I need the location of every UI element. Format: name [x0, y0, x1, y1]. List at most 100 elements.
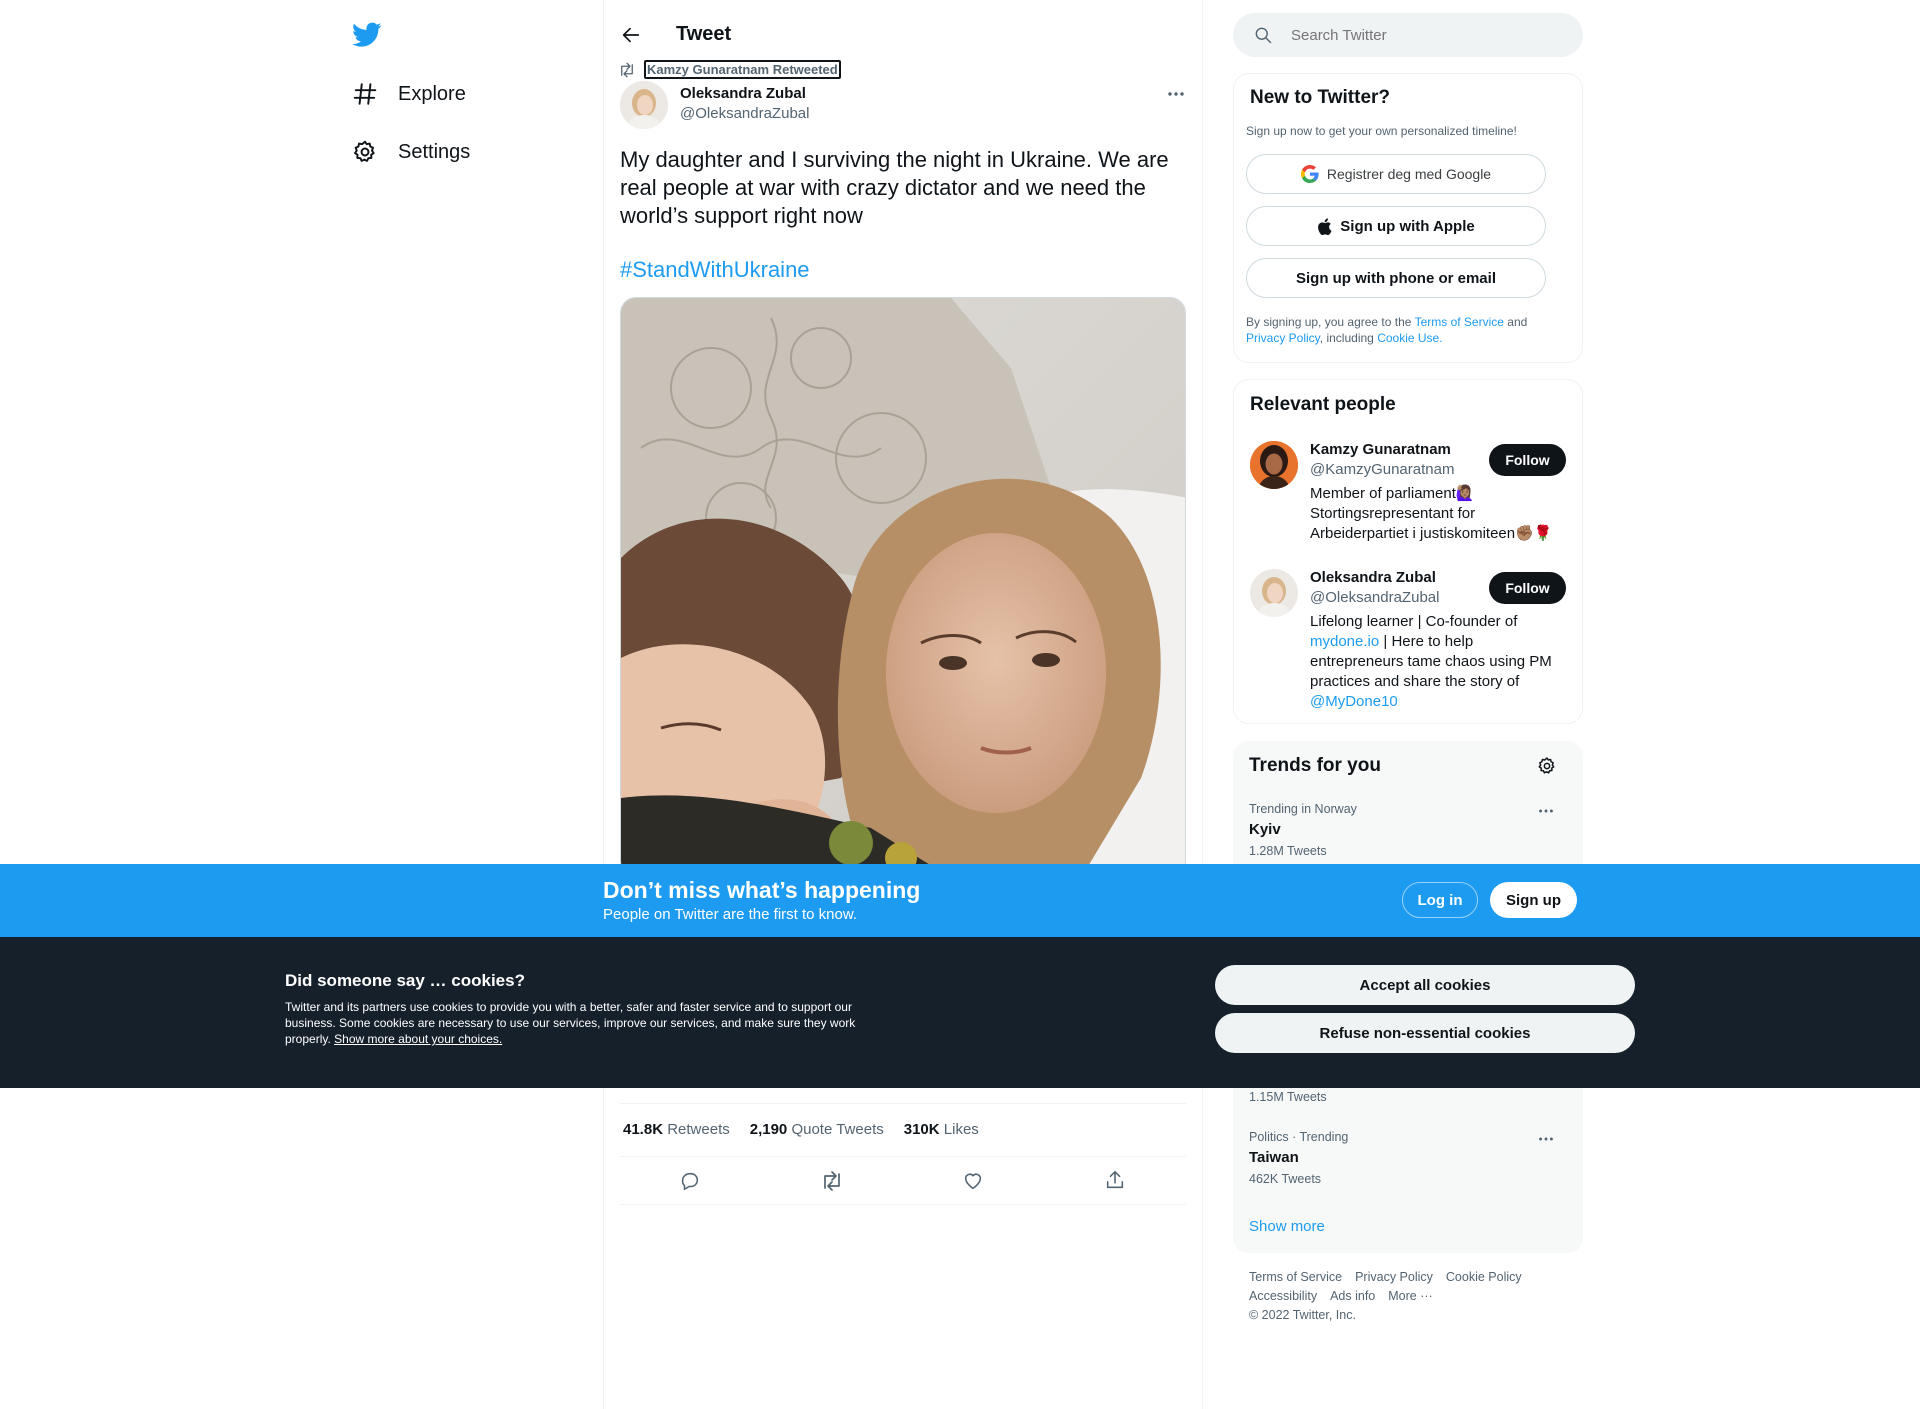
footer-link[interactable]: Cookie Policy: [1446, 1270, 1522, 1284]
google-signup-button[interactable]: Registrer deg med Google: [1246, 154, 1546, 194]
signup-card: New to Twitter? Sign up now to get your …: [1233, 73, 1583, 363]
relevant-people-card: Relevant people Kamzy Gunaratnam @KamzyG…: [1233, 379, 1583, 724]
footer-link[interactable]: Ads info: [1330, 1289, 1375, 1303]
retweeted-by[interactable]: Kamzy Gunaratnam Retweeted: [618, 60, 841, 79]
more-options-button[interactable]: [1166, 86, 1186, 102]
quote-tweets-label: Quote Tweets: [791, 1121, 884, 1138]
person-avatar[interactable]: [1250, 441, 1298, 489]
trend-item[interactable]: Trending in Norway Kyiv 1.28M Tweets: [1249, 802, 1569, 858]
banner-title: Don’t miss what’s happening: [603, 877, 921, 903]
phone-email-signup-button[interactable]: Sign up with phone or email: [1246, 258, 1546, 298]
trend-name: Taiwan: [1249, 1149, 1299, 1166]
follow-button[interactable]: Follow: [1489, 444, 1566, 476]
signup-button[interactable]: Sign up: [1490, 882, 1577, 918]
divider-stats-bottom: [620, 1156, 1186, 1157]
trend-context: Trending in Norway: [1249, 802, 1357, 816]
tweet-text: My daughter and I surviving the night in…: [620, 147, 1169, 228]
stats-row: 41.8K Retweets 2,190 Quote Tweets 310K L…: [623, 1121, 979, 1138]
footer-more-button[interactable]: More ···: [1388, 1289, 1432, 1303]
trend-count: 462K Tweets: [1249, 1172, 1322, 1186]
accept-cookies-button[interactable]: Accept all cookies: [1215, 965, 1635, 1005]
person-handle[interactable]: @OleksandraZubal: [1310, 589, 1439, 606]
bio-line: Lifelong learner | Co-founder of: [1310, 613, 1518, 630]
google-icon: [1300, 165, 1319, 183]
bio-line: | Here to help: [1379, 633, 1474, 650]
trends-settings-button[interactable]: [1537, 756, 1557, 776]
more-dots-icon: [1539, 1137, 1553, 1141]
trend-item[interactable]: Politics · Trending Taiwan 462K Tweets: [1249, 1130, 1569, 1186]
show-more-link[interactable]: Show more: [1249, 1218, 1325, 1235]
legal-and: and: [1507, 315, 1528, 329]
retweet-button[interactable]: [820, 1170, 844, 1192]
trend-item[interactable]: 1.15M Tweets: [1249, 1090, 1569, 1104]
more-dots-icon: [1168, 92, 1184, 96]
person-avatar[interactable]: [1250, 569, 1298, 617]
follow-button[interactable]: Follow: [1489, 572, 1566, 604]
divider-actions-bottom: [620, 1204, 1186, 1205]
login-button[interactable]: Log in: [1402, 882, 1478, 918]
search-box[interactable]: [1233, 13, 1583, 57]
author-name[interactable]: Oleksandra Zubal: [680, 85, 806, 102]
cookie-use-link[interactable]: Cookie Use.: [1377, 331, 1442, 345]
cookie-body-line: business. Some cookies are necessary to …: [285, 1016, 856, 1030]
bio-line: Stortingsrepresentant for: [1310, 505, 1476, 522]
person-handle[interactable]: @KamzyGunaratnam: [1310, 461, 1454, 478]
stat-quote-tweets[interactable]: 2,190 Quote Tweets: [750, 1121, 884, 1138]
reply-button[interactable]: [679, 1170, 701, 1192]
trend-more-button[interactable]: [1537, 805, 1555, 817]
trends-title: Trends for you: [1249, 755, 1381, 776]
apple-signup-button[interactable]: Sign up with Apple: [1246, 206, 1546, 246]
person-name[interactable]: Oleksandra Zubal: [1310, 569, 1436, 586]
search-icon: [1255, 27, 1272, 44]
nav-explore[interactable]: Explore: [352, 81, 466, 107]
bio-line: Member of parliament🙋🏽‍♀️: [1310, 485, 1475, 502]
like-button[interactable]: [962, 1170, 984, 1192]
stat-likes[interactable]: 310K Likes: [904, 1121, 979, 1138]
hashtag-icon: [353, 83, 377, 105]
banner-subtitle: People on Twitter are the first to know.: [603, 906, 858, 923]
twitter-bird-icon: [352, 22, 382, 47]
legal-text: By signing up, you agree to the: [1246, 315, 1412, 329]
tweet-photo[interactable]: [620, 297, 1186, 877]
trend-name: Kyiv: [1249, 821, 1281, 838]
search-input[interactable]: [1291, 26, 1551, 44]
author-avatar[interactable]: [620, 81, 668, 129]
trend-more-button[interactable]: [1537, 1133, 1555, 1145]
person-name[interactable]: Kamzy Gunaratnam: [1310, 441, 1451, 458]
apple-signup-label: Sign up with Apple: [1340, 217, 1475, 235]
bio-mention[interactable]: @MyDone10: [1310, 692, 1580, 712]
quote-tweets-count: 2,190: [749, 1121, 788, 1138]
retweet-icon: [621, 62, 633, 77]
footer-link[interactable]: Accessibility: [1249, 1289, 1317, 1303]
cookie-body-line: properly.: [285, 1032, 331, 1046]
likes-label: Likes: [943, 1121, 979, 1138]
terms-link[interactable]: Terms of Service: [1415, 315, 1504, 329]
tweet-hashtag[interactable]: #StandWithUkraine: [620, 257, 810, 283]
bio-link[interactable]: mydone.io: [1310, 633, 1379, 650]
trend-count: 1.28M Tweets: [1249, 844, 1327, 858]
bio-line: entrepreneurs tame chaos using PM: [1310, 653, 1552, 670]
twitter-logo[interactable]: [352, 22, 382, 48]
footer: Terms of Service Privacy Policy Cookie P…: [1249, 1270, 1569, 1322]
cookie-choices-link[interactable]: Show more about your choices.: [334, 1032, 502, 1046]
author-handle[interactable]: @OleksandraZubal: [680, 105, 809, 122]
footer-row: Terms of Service Privacy Policy Cookie P…: [1249, 1270, 1569, 1284]
back-button[interactable]: [620, 24, 642, 46]
more-dots-icon: [1539, 809, 1553, 813]
gear-icon: [354, 140, 375, 162]
cookie-title: Did someone say … cookies?: [285, 971, 525, 990]
person-bio: Lifelong learner | Co-founder of mydone.…: [1310, 612, 1580, 712]
signup-legal: By signing up, you agree to the Terms of…: [1246, 314, 1576, 346]
nav-settings[interactable]: Settings: [352, 139, 470, 165]
refuse-cookies-button[interactable]: Refuse non-essential cookies: [1215, 1013, 1635, 1053]
reply-icon: [681, 1172, 699, 1191]
share-button[interactable]: [1104, 1169, 1126, 1191]
stat-retweets[interactable]: 41.8K Retweets: [623, 1121, 730, 1138]
footer-link[interactable]: Terms of Service: [1249, 1270, 1342, 1284]
cookie-body: Twitter and its partners use cookies to …: [285, 999, 925, 1047]
retweets-label: Retweets: [667, 1121, 730, 1138]
relevant-people-title: Relevant people: [1250, 394, 1396, 415]
retweeted-by-label: Kamzy Gunaratnam Retweeted: [644, 60, 841, 79]
footer-link[interactable]: Privacy Policy: [1355, 1270, 1433, 1284]
privacy-link[interactable]: Privacy Policy: [1246, 331, 1320, 345]
